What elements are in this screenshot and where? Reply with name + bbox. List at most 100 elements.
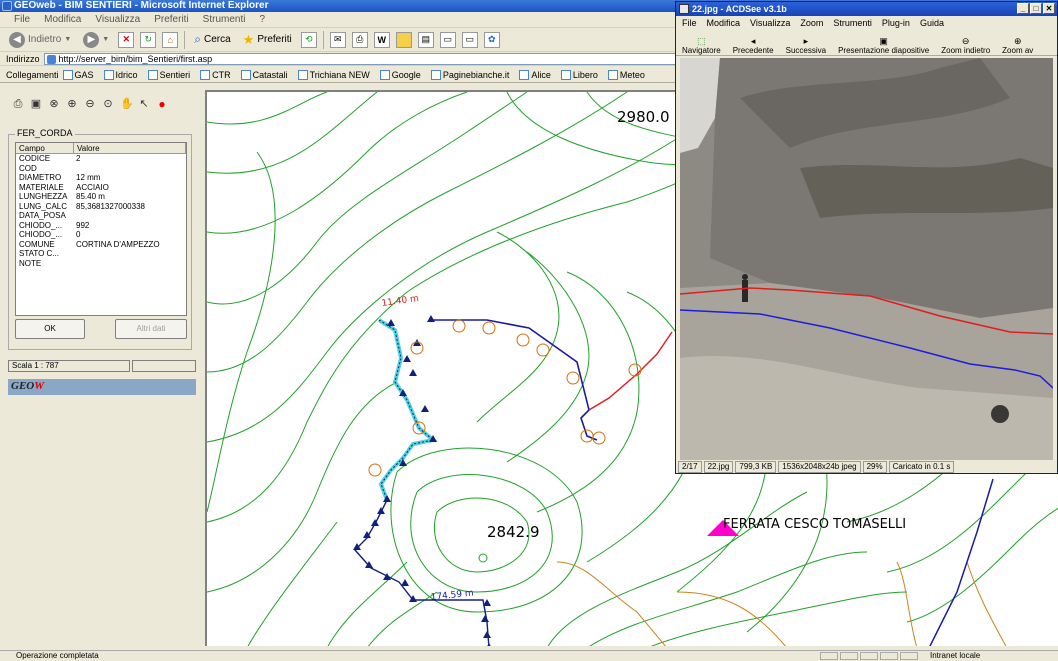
attribute-fieldset: FER_CORDA Campo Valore CODICE 2 COD DIAMETR… (8, 128, 192, 350)
red-dot-icon[interactable]: ● (156, 98, 168, 110)
window2-icon[interactable]: ▭ (461, 31, 478, 48)
table-row[interactable]: DATA_POSA (16, 211, 186, 221)
chevron-down-icon[interactable]: ▼ (64, 36, 71, 43)
zoom-out-button[interactable]: ⊖ Zoom indietro (941, 36, 990, 55)
printer-icon[interactable]: ▤ (417, 31, 434, 48)
word-icon[interactable]: W (373, 31, 390, 48)
folder-icon[interactable] (395, 31, 412, 48)
next-button[interactable]: ▸ Successiva (786, 36, 826, 55)
link-ctr[interactable]: CTR (200, 69, 231, 80)
page-icon (62, 69, 73, 80)
link-meteo[interactable]: Meteo (607, 69, 645, 80)
zoom-out-icon[interactable]: ⊖ (84, 98, 96, 110)
tool-label: Navigatore (682, 46, 721, 55)
zoom-extent-icon[interactable]: ⊗ (48, 98, 60, 110)
home-icon[interactable]: ⌂ (162, 31, 179, 48)
column-header[interactable]: Valore (74, 143, 186, 153)
print-icon[interactable]: ⎙ (351, 31, 368, 48)
table-row[interactable]: MATERIALE ACCIAIO (16, 183, 186, 193)
link-label: CTR (212, 69, 231, 80)
address-input[interactable]: http://server_bim/bim_Sentieri/first.asp (43, 52, 680, 65)
menu-view[interactable]: Visualizza (95, 14, 140, 25)
menu-help[interactable]: ? (259, 14, 265, 25)
stop-icon[interactable]: ✕ (118, 31, 135, 48)
link-idrico[interactable]: Idrico (103, 69, 138, 80)
brown-contour (966, 561, 1007, 646)
table-row[interactable]: COD (16, 164, 186, 174)
scale-input[interactable] (132, 360, 196, 372)
acd-menu-file[interactable]: File (682, 16, 697, 31)
table-row[interactable]: COMUNE CORTINA D'AMPEZZO (16, 240, 186, 250)
messenger-icon[interactable]: ✿ (483, 31, 500, 48)
column-header[interactable]: Campo (16, 143, 74, 153)
trail-marker (371, 519, 379, 526)
search-button[interactable]: ⌕ Cerca (191, 30, 233, 50)
table-row[interactable]: LUNGHEZZA 85.40 m (16, 192, 186, 202)
table-row[interactable]: NOTE (16, 259, 186, 269)
select-arrow-icon[interactable]: ↖ (138, 98, 150, 110)
contour-line (650, 591, 908, 646)
pan-hand-icon[interactable]: ✋ (120, 98, 134, 110)
attribute-table[interactable]: Campo Valore CODICE 2 COD DIAMETRO 12 mm MATE… (15, 142, 187, 316)
history-icon[interactable]: ⟲ (300, 31, 317, 48)
window-icon[interactable]: ▭ (439, 31, 456, 48)
link-catastali[interactable]: Catastali (240, 69, 288, 80)
close-button[interactable]: ✕ (1043, 3, 1055, 14)
ie-title: GEOweb - BIM SENTIERI - Microsoft Intern… (14, 0, 269, 11)
back-button[interactable]: ◀ Indietro ▼ (6, 30, 74, 50)
link-trichiana[interactable]: Trichiana NEW (297, 69, 370, 80)
acd-menu-plugin[interactable]: Plug-in (882, 16, 910, 31)
menu-favorites[interactable]: Preferiti (154, 14, 188, 25)
link-paginebianche[interactable]: Paginebianche.it (430, 69, 509, 80)
brown-contour (556, 561, 666, 646)
info-icon[interactable]: ▣ (30, 98, 42, 110)
print-icon[interactable]: ⎙ (12, 98, 24, 110)
acd-menu-zoom[interactable]: Zoom (800, 16, 823, 31)
status-text: Operazione completata (16, 651, 99, 660)
table-header: Campo Valore (16, 143, 186, 154)
contour-line (207, 92, 328, 125)
acdsee-titlebar[interactable]: 22.jpg - ACDSee v3.1b _ □ ✕ (676, 2, 1057, 16)
maximize-button[interactable]: □ (1030, 3, 1042, 14)
acd-menu-view[interactable]: Visualizza (750, 16, 790, 31)
favorites-button[interactable]: ★ Preferiti (240, 30, 295, 50)
table-row[interactable]: STATO C... (16, 249, 186, 259)
acd-menu-tools[interactable]: Strumenti (833, 16, 872, 31)
link-google[interactable]: Google (379, 69, 421, 80)
fieldset-legend: FER_CORDA (15, 128, 75, 138)
field-name: MATERIALE (19, 182, 64, 192)
table-row[interactable]: DIAMETRO 12 mm (16, 173, 186, 183)
previous-button[interactable]: ◂ Precedente (733, 36, 774, 55)
field-value: 12 mm (76, 173, 101, 182)
acdsee-statusbar: 2/17 22.jpg 799,3 KB 1536x2048x24b jpeg … (676, 461, 1057, 473)
acd-menu-edit[interactable]: Modifica (707, 16, 741, 31)
table-row[interactable]: CODICE 2 (16, 154, 186, 164)
navigator-button[interactable]: ⬚ Navigatore (682, 36, 721, 55)
table-row[interactable]: LUNG_CALC 85,3681327000338 (16, 202, 186, 212)
photo-view[interactable] (680, 58, 1053, 460)
zoom-window-icon[interactable]: ⊙ (102, 98, 114, 110)
page-icon (103, 69, 114, 80)
contour-line (506, 251, 590, 463)
menu-tools[interactable]: Strumenti (203, 14, 246, 25)
chevron-down-icon[interactable]: ▼ (102, 36, 109, 43)
field-name: NOTE (19, 258, 42, 268)
link-sentieri[interactable]: Sentieri (147, 69, 190, 80)
mail-icon[interactable]: ✉ (329, 31, 346, 48)
link-gas[interactable]: GAS (62, 69, 94, 80)
table-row[interactable]: CHIODO_... 0 (16, 230, 186, 240)
other-data-button[interactable]: Altri dati (115, 319, 187, 339)
slideshow-button[interactable]: ▣ Presentazione diapositive (838, 36, 929, 55)
table-row[interactable]: CHIODO_... 992 (16, 221, 186, 231)
minimize-button[interactable]: _ (1017, 3, 1029, 14)
ok-button[interactable]: OK (15, 319, 85, 339)
zoom-in-icon[interactable]: ⊕ (66, 98, 78, 110)
acd-menu-help[interactable]: Guida (920, 16, 944, 31)
forward-button[interactable]: ▶ ▼ (80, 30, 112, 50)
menu-file[interactable]: File (14, 14, 30, 25)
link-libero[interactable]: Libero (560, 69, 598, 80)
zoom-in-button[interactable]: ⊕ Zoom av (1002, 36, 1033, 55)
link-alice[interactable]: Alice (519, 69, 551, 80)
menu-edit[interactable]: Modifica (44, 14, 81, 25)
refresh-icon[interactable]: ↻ (140, 31, 157, 48)
